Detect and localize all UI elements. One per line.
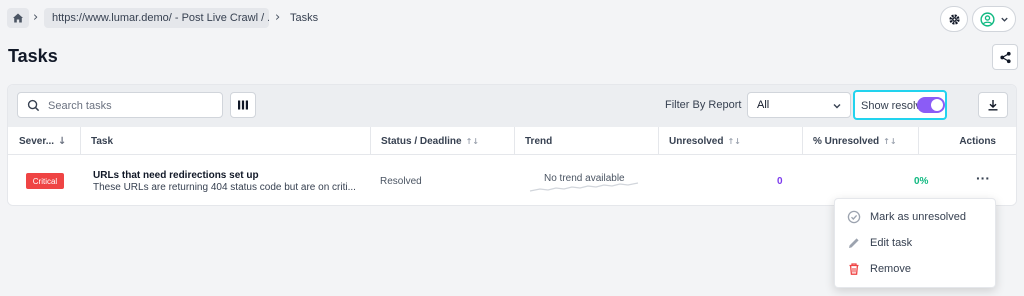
download-icon xyxy=(988,100,998,111)
column-header-task-label: Task xyxy=(91,135,114,147)
filter-report-value: All xyxy=(757,99,770,111)
menu-item-label: Mark as unresolved xyxy=(870,211,966,223)
menu-item-mark-unresolved[interactable]: Mark as unresolved xyxy=(835,204,995,230)
column-header-actions: Actions xyxy=(918,127,1016,155)
sort-icon: ↑↓ xyxy=(727,136,741,146)
settings-button[interactable] xyxy=(940,6,968,32)
column-header-trend: Trend xyxy=(514,127,658,155)
menu-item-label: Edit task xyxy=(870,237,913,249)
show-resolved-toggle[interactable] xyxy=(917,97,945,113)
row-actions-menu: Mark as unresolved Edit task Remove xyxy=(834,198,996,288)
chevron-right-icon: › xyxy=(275,10,281,25)
column-header-actions-label: Actions xyxy=(959,135,996,147)
column-header-status[interactable]: Status / Deadline ↑↓ xyxy=(370,127,514,155)
columns-icon xyxy=(238,100,248,110)
column-header-severity-label: Sever... xyxy=(19,135,55,147)
toggle-knob xyxy=(931,99,943,111)
severity-badge: Critical xyxy=(26,173,64,189)
trend-text: No trend available xyxy=(544,173,625,184)
column-header-pct-unresolved-label: % Unresolved xyxy=(813,135,880,147)
filter-report-select[interactable]: All xyxy=(747,92,851,118)
search-box xyxy=(17,92,223,118)
menu-item-edit-task[interactable]: Edit task xyxy=(835,230,995,256)
menu-item-remove[interactable]: Remove xyxy=(835,256,995,282)
unresolved-count: 0 xyxy=(777,176,783,187)
trash-icon xyxy=(849,263,859,275)
chevron-right-icon: › xyxy=(33,10,39,25)
search-icon xyxy=(27,99,40,112)
column-header-unresolved-label: Unresolved xyxy=(669,135,724,147)
show-resolved-control: Show resolved xyxy=(853,90,947,120)
task-description: These URLs are returning 404 status code… xyxy=(93,182,356,193)
share-button[interactable] xyxy=(992,44,1018,70)
sort-icon: ↑↓ xyxy=(465,136,479,146)
trend-placeholder: No trend available xyxy=(526,167,642,197)
sort-icon: ↑↓ xyxy=(883,136,897,146)
column-header-severity[interactable]: Sever... ↓ xyxy=(19,127,79,155)
account-menu-button[interactable] xyxy=(972,6,1016,32)
column-header-unresolved[interactable]: Unresolved ↑↓ xyxy=(658,127,802,155)
breadcrumb-current: Tasks xyxy=(290,12,319,24)
menu-item-label: Remove xyxy=(870,263,911,275)
column-header-status-label: Status / Deadline xyxy=(381,135,462,147)
task-title[interactable]: URLs that need redirections set up xyxy=(93,170,259,181)
filter-by-report-label: Filter By Report xyxy=(665,99,742,111)
share-icon xyxy=(999,51,1011,63)
breadcrumb-project[interactable]: https://www.lumar.demo/ - Post Live Craw… xyxy=(44,8,269,28)
row-actions-button[interactable]: ··· xyxy=(972,170,994,190)
chevron-down-icon xyxy=(833,104,841,109)
pencil-icon xyxy=(849,238,859,248)
tasks-panel: Filter By Report All Show resolved Sever… xyxy=(7,84,1017,206)
column-header-trend-label: Trend xyxy=(525,135,553,147)
home-button[interactable] xyxy=(7,8,29,28)
column-header-task[interactable]: Task xyxy=(80,127,370,155)
user-avatar-icon xyxy=(979,11,995,27)
check-circle-icon xyxy=(847,210,861,224)
page-title: Tasks xyxy=(8,46,58,66)
chevron-down-icon xyxy=(1000,17,1008,22)
gear-icon xyxy=(948,13,960,25)
arrow-down-icon: ↓ xyxy=(58,135,67,147)
column-header-pct-unresolved[interactable]: % Unresolved ↑↓ xyxy=(802,127,918,155)
task-status: Resolved xyxy=(380,176,422,187)
search-input[interactable] xyxy=(48,97,218,115)
tasks-toolbar: Filter By Report All Show resolved xyxy=(8,85,1016,127)
table-header: Sever... ↓ Task Status / Deadline ↑↓ Tre… xyxy=(8,127,1016,155)
columns-button[interactable] xyxy=(230,92,256,118)
home-icon xyxy=(13,13,23,23)
download-button[interactable] xyxy=(978,92,1008,118)
pct-unresolved: 0% xyxy=(914,176,929,187)
top-bar: › https://www.lumar.demo/ - Post Live Cr… xyxy=(0,0,1024,40)
